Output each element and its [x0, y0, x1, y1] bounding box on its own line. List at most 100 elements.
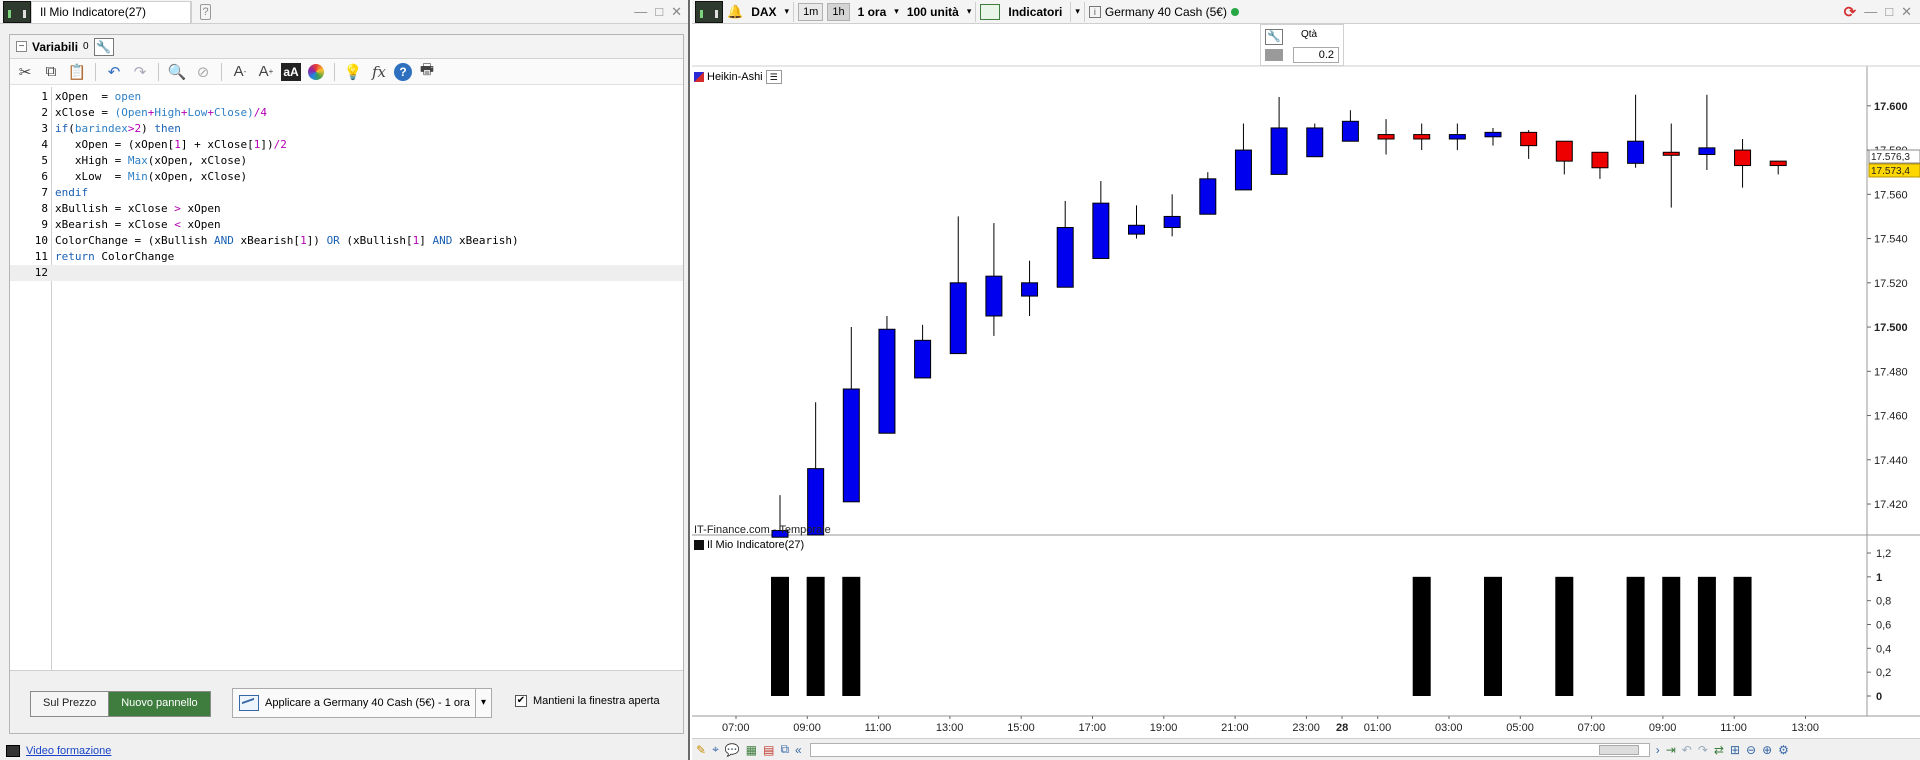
heikin-ashi-candle[interactable] [1128, 224, 1145, 235]
heikin-ashi-candle[interactable] [1306, 127, 1324, 158]
code-line[interactable]: 11 return ColorChange [10, 249, 683, 265]
chevron-down-icon[interactable]: ▾ [475, 689, 491, 717]
settings-icon[interactable]: ⚙ [1778, 743, 1789, 757]
code-line[interactable]: 12 [10, 265, 683, 281]
indicator-bar[interactable] [1626, 576, 1645, 696]
variables-settings-icon[interactable]: 🔧 [93, 37, 114, 56]
bars-icon[interactable]: ▦ [746, 743, 757, 757]
timeframe-1h-button[interactable]: 1h [827, 2, 850, 21]
zoom-in-icon[interactable]: ⊕ [1762, 743, 1772, 757]
info-icon[interactable]: i [1088, 5, 1101, 18]
search-icon[interactable]: 🔍 [166, 61, 188, 83]
indicator-bar[interactable] [842, 576, 861, 696]
zoom-fit-icon[interactable]: ⊞ [1730, 743, 1740, 757]
symbol-selector[interactable]: DAX [747, 5, 780, 19]
redo-icon[interactable]: ↷ [1698, 743, 1708, 757]
indicator-bar[interactable] [806, 576, 825, 696]
code-line[interactable]: 9 xBearish = xClose < xOpen [10, 217, 683, 233]
window-icon[interactable]: ⧉ [780, 742, 789, 757]
indicators-button[interactable]: Indicatori [1004, 5, 1066, 19]
heikin-ashi-candle[interactable] [1627, 140, 1645, 164]
paste-icon[interactable]: 📋 [66, 61, 88, 83]
list-icon[interactable]: ☰ [765, 70, 782, 84]
heikin-ashi-candle[interactable] [1377, 134, 1395, 140]
chart-canvas[interactable]: 17.60017.58017.56017.54017.52017.50017.4… [692, 0, 1920, 760]
minimize-icon[interactable]: — [1864, 4, 1877, 19]
collapse-icon[interactable]: − [16, 41, 27, 52]
code-line[interactable]: 3 if(barindex>2) then [10, 121, 683, 137]
apply-to-button[interactable]: Applicare a Germany 40 Cash (5€) - 1 ora… [232, 688, 492, 718]
undo-icon[interactable]: ↶ [103, 61, 125, 83]
undo-icon[interactable]: ↶ [1682, 743, 1692, 757]
maximize-icon[interactable]: □ [655, 4, 663, 20]
scissors-icon[interactable]: ✂ [14, 61, 36, 83]
heikin-ashi-candle[interactable] [1448, 134, 1466, 140]
minimize-icon[interactable]: — [634, 4, 647, 20]
indicators-icon[interactable] [980, 3, 1001, 20]
scroll-right-icon[interactable]: › [1656, 743, 1660, 757]
bell-icon[interactable]: 🔔 [727, 4, 743, 20]
heikin-ashi-candle[interactable] [1092, 202, 1110, 259]
color-wheel-icon[interactable] [305, 61, 327, 83]
zoom-out-icon[interactable]: ⊖ [1746, 743, 1756, 757]
code-line[interactable]: 6 xLow = Min(xOpen, xClose) [10, 169, 683, 185]
text-style-icon[interactable]: aA [281, 62, 301, 81]
indicator-bar[interactable] [1697, 576, 1716, 696]
heikin-ashi-candle[interactable] [1484, 131, 1502, 138]
help-tab[interactable]: ? [191, 0, 219, 23]
close-icon[interactable]: ✕ [1901, 4, 1912, 20]
chevron-down-icon[interactable]: ▾ [894, 6, 899, 17]
units-selector[interactable]: 100 unità [903, 5, 963, 19]
tab-indicator[interactable]: Il Mio Indicatore(27) [31, 0, 191, 23]
close-icon[interactable]: ✕ [671, 4, 682, 20]
heikin-ashi-candle[interactable] [1698, 147, 1716, 155]
chevron-down-icon[interactable]: ▾ [1075, 6, 1080, 17]
code-editor[interactable]: 1 xOpen = open 2 xClose = (Open+High+Low+Cl… [10, 87, 683, 670]
function-icon[interactable]: fx [368, 61, 390, 83]
print-icon[interactable]: 🖶 [416, 61, 438, 83]
heikin-ashi-candle[interactable] [949, 282, 967, 355]
heikin-ashi-candle[interactable] [1591, 151, 1609, 169]
heikin-ashi-candle[interactable] [878, 328, 896, 434]
heikin-ashi-candle[interactable] [914, 339, 932, 379]
keep-open-checkbox[interactable]: ✔ [515, 695, 527, 707]
indicator-bar[interactable] [1484, 576, 1502, 696]
code-line[interactable]: 2 xClose = (Open+High+Low+Close)/4 [10, 105, 683, 121]
code-line[interactable]: 1 xOpen = open [10, 89, 683, 105]
heikin-ashi-candle[interactable] [1769, 160, 1787, 167]
code-line[interactable]: 10 ColorChange = (xBullish AND xBearish[1… [10, 233, 683, 249]
keyboard-icon[interactable] [1265, 49, 1283, 61]
indicator-bar[interactable] [1555, 576, 1574, 696]
indicator-bar[interactable] [771, 576, 789, 696]
time-scrollbar[interactable] [809, 742, 1650, 757]
heikin-ashi-candle[interactable] [1234, 149, 1252, 191]
redo-icon[interactable]: ↷ [129, 61, 151, 83]
heikin-ashi-candle[interactable] [1413, 134, 1431, 140]
font-increase-icon[interactable]: A + [255, 61, 277, 83]
heikin-ashi-candle[interactable] [985, 275, 1003, 317]
chevron-down-icon[interactable]: ▾ [785, 6, 790, 17]
heikin-ashi-candle[interactable] [1163, 215, 1181, 228]
chat-icon[interactable]: 💬 [725, 743, 740, 757]
refresh-icon[interactable]: ⟳ [1844, 3, 1857, 21]
lightbulb-icon[interactable]: 💡 [342, 61, 364, 83]
scroll-left-fast-icon[interactable]: « [795, 743, 802, 757]
timeframe-1m-button[interactable]: 1m [798, 2, 824, 21]
training-video-link[interactable]: Video formazione [26, 745, 111, 757]
new-panel-button[interactable]: Nuovo pannello [109, 692, 210, 716]
heikin-ashi-candle[interactable] [1662, 151, 1680, 156]
font-decrease-icon[interactable]: A- [229, 61, 251, 83]
heikin-ashi-candle[interactable] [1056, 226, 1074, 288]
swap-icon[interactable]: ⇄ [1714, 743, 1724, 757]
heikin-ashi-candle[interactable] [1341, 120, 1359, 142]
period-selector[interactable]: 1 ora [854, 5, 891, 19]
go-latest-icon[interactable]: ⇥ [1666, 743, 1676, 757]
heikin-ashi-candle[interactable] [1021, 282, 1039, 297]
draw-pencil-icon[interactable]: ✎ [696, 743, 706, 757]
indicator-bar[interactable] [1412, 576, 1431, 696]
heikin-ashi-candle[interactable] [1270, 127, 1288, 175]
code-line[interactable]: 8 xBullish = xClose > xOpen [10, 201, 683, 217]
heikin-ashi-candle[interactable] [1199, 178, 1217, 215]
quantity-input[interactable]: 0.2 [1293, 47, 1339, 63]
help-icon[interactable]: ? [394, 62, 412, 81]
